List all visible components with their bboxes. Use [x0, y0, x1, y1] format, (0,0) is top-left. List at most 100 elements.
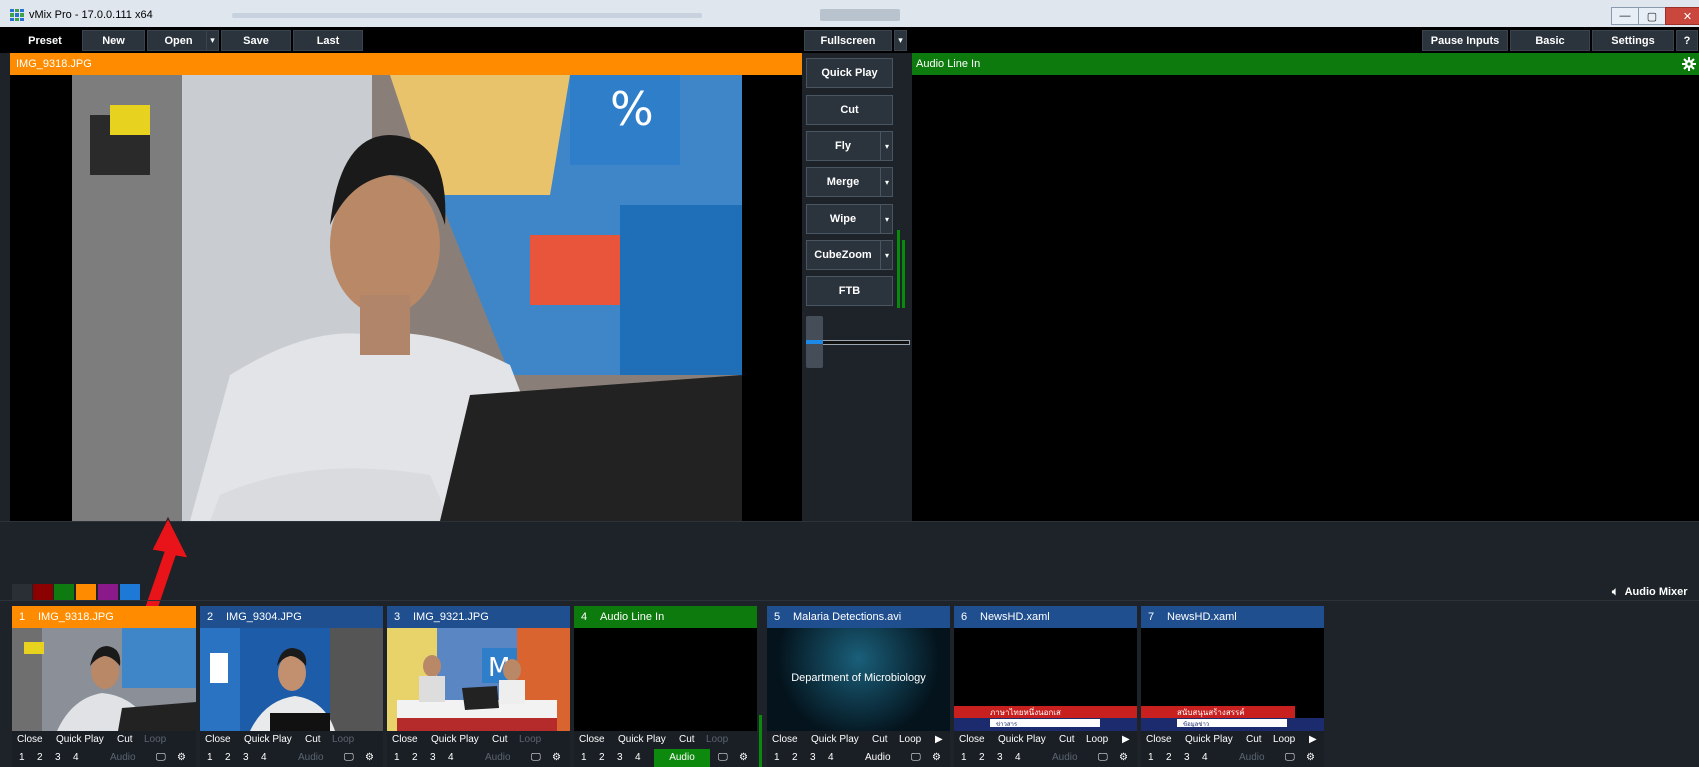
- input-6-overlay-2[interactable]: 2: [979, 752, 985, 763]
- pause-inputs-button[interactable]: Pause Inputs: [1422, 30, 1508, 51]
- save-button[interactable]: Save: [221, 30, 291, 51]
- input-4-monitor-icon[interactable]: 🖵︎: [718, 752, 728, 763]
- input-2-header[interactable]: 2 IMG_9304.JPG: [200, 606, 383, 628]
- help-button[interactable]: ?: [1676, 30, 1698, 51]
- input-7-play-icon[interactable]: ▶: [1309, 734, 1317, 745]
- input-5-audio-button[interactable]: Audio: [865, 752, 891, 763]
- output-monitor[interactable]: [912, 75, 1699, 521]
- minimize-button[interactable]: —: [1611, 7, 1639, 25]
- input-6-play-icon[interactable]: ▶: [1122, 734, 1130, 745]
- output-gear-icon[interactable]: [1682, 57, 1696, 71]
- input-1-overlay-2[interactable]: 2: [37, 752, 43, 763]
- input-3-header[interactable]: 3 IMG_9321.JPG: [387, 606, 570, 628]
- color-swatch-green[interactable]: [54, 584, 74, 600]
- input-4-quick-play-button[interactable]: Quick Play: [618, 734, 666, 745]
- input-1-monitor-icon[interactable]: 🖵︎: [156, 752, 166, 763]
- input-6-loop-button[interactable]: Loop: [1086, 734, 1108, 745]
- input-4-header[interactable]: 4 Audio Line In: [574, 606, 757, 628]
- input-7-header[interactable]: 7 NewsHD.xaml: [1141, 606, 1324, 628]
- input-5-quick-play-button[interactable]: Quick Play: [811, 734, 859, 745]
- new-button[interactable]: New: [82, 30, 145, 51]
- input-1-quick-play-button[interactable]: Quick Play: [56, 734, 104, 745]
- input-4-overlay-4[interactable]: 4: [635, 752, 641, 763]
- input-2-thumbnail[interactable]: [200, 628, 383, 731]
- input-3-loop-button[interactable]: Loop: [519, 734, 541, 745]
- input-6-overlay-1[interactable]: 1: [961, 752, 967, 763]
- open-dropdown-button[interactable]: ▾: [206, 30, 219, 51]
- open-button[interactable]: Open: [147, 30, 210, 51]
- input-3-monitor-icon[interactable]: 🖵︎: [531, 752, 541, 763]
- input-2-audio-button[interactable]: Audio: [298, 752, 324, 763]
- last-button[interactable]: Last: [293, 30, 363, 51]
- input-4-loop-button[interactable]: Loop: [706, 734, 728, 745]
- color-swatch-none[interactable]: [12, 584, 32, 600]
- maximize-button[interactable]: ▢: [1638, 7, 1666, 25]
- input-1-thumbnail[interactable]: [12, 628, 196, 731]
- input-3-overlay-2[interactable]: 2: [412, 752, 418, 763]
- cut-transition-button[interactable]: Cut: [806, 95, 893, 125]
- input-7-audio-button[interactable]: Audio: [1239, 752, 1265, 763]
- input-5-close-button[interactable]: Close: [772, 734, 798, 745]
- input-7-quick-play-button[interactable]: Quick Play: [1185, 734, 1233, 745]
- basic-button[interactable]: Basic: [1510, 30, 1590, 51]
- input-5-overlay-3[interactable]: 3: [810, 752, 816, 763]
- fullscreen-dropdown-button[interactable]: ▾: [894, 30, 907, 51]
- input-1-overlay-3[interactable]: 3: [55, 752, 61, 763]
- input-6-close-button[interactable]: Close: [959, 734, 985, 745]
- input-7-close-button[interactable]: Close: [1146, 734, 1172, 745]
- input-2-overlay-3[interactable]: 3: [243, 752, 249, 763]
- input-7-overlay-1[interactable]: 1: [1148, 752, 1154, 763]
- input-7-gear-icon[interactable]: ⚙︎: [1306, 752, 1315, 763]
- input-2-quick-play-button[interactable]: Quick Play: [244, 734, 292, 745]
- preset-button[interactable]: Preset: [10, 30, 80, 51]
- input-6-thumbnail[interactable]: ภาษาไทยหนึ่งนอกเส ข่าวสาร: [954, 628, 1137, 731]
- input-7-loop-button[interactable]: Loop: [1273, 734, 1295, 745]
- input-7-thumbnail[interactable]: สนับสนุนสร้างสรรค์ ข้อมูลข่าว: [1141, 628, 1324, 731]
- input-7-monitor-icon[interactable]: 🖵︎: [1285, 752, 1295, 763]
- input-5-loop-button[interactable]: Loop: [899, 734, 921, 745]
- quick-play-transition-button[interactable]: Quick Play: [806, 58, 893, 88]
- audio-mixer-toggle[interactable]: 🔈︎ Audio Mixer: [1612, 586, 1688, 599]
- input-3-gear-icon[interactable]: ⚙︎: [552, 752, 561, 763]
- fly-dropdown-button[interactable]: ▾: [880, 131, 893, 161]
- color-swatch-red[interactable]: [33, 584, 53, 600]
- input-1-overlay-1[interactable]: 1: [19, 752, 25, 763]
- input-1-overlay-4[interactable]: 4: [73, 752, 79, 763]
- input-6-monitor-icon[interactable]: 🖵︎: [1098, 752, 1108, 763]
- input-2-close-button[interactable]: Close: [205, 734, 231, 745]
- input-4-gear-icon[interactable]: ⚙︎: [739, 752, 748, 763]
- ftb-button[interactable]: FTB: [806, 276, 893, 306]
- input-4-audio-button[interactable]: Audio: [654, 749, 710, 767]
- input-3-quick-play-button[interactable]: Quick Play: [431, 734, 479, 745]
- input-5-monitor-icon[interactable]: 🖵︎: [911, 752, 921, 763]
- input-3-overlay-3[interactable]: 3: [430, 752, 436, 763]
- input-3-cut-button[interactable]: Cut: [492, 734, 508, 745]
- input-6-audio-button[interactable]: Audio: [1052, 752, 1078, 763]
- input-1-close-button[interactable]: Close: [17, 734, 43, 745]
- input-2-monitor-icon[interactable]: 🖵︎: [344, 752, 354, 763]
- input-3-close-button[interactable]: Close: [392, 734, 418, 745]
- input-6-header[interactable]: 6 NewsHD.xaml: [954, 606, 1137, 628]
- merge-dropdown-button[interactable]: ▾: [880, 167, 893, 197]
- input-2-loop-button[interactable]: Loop: [332, 734, 354, 745]
- input-5-thumbnail[interactable]: Department of Microbiology: [767, 628, 950, 731]
- input-3-overlay-4[interactable]: 4: [448, 752, 454, 763]
- input-3-thumbnail[interactable]: M: [387, 628, 570, 731]
- settings-button[interactable]: Settings: [1592, 30, 1674, 51]
- wipe-dropdown-button[interactable]: ▾: [880, 204, 893, 234]
- input-4-close-button[interactable]: Close: [579, 734, 605, 745]
- input-4-overlay-1[interactable]: 1: [581, 752, 587, 763]
- input-2-overlay-2[interactable]: 2: [225, 752, 231, 763]
- input-7-overlay-4[interactable]: 4: [1202, 752, 1208, 763]
- input-6-gear-icon[interactable]: ⚙︎: [1119, 752, 1128, 763]
- input-3-audio-button[interactable]: Audio: [485, 752, 511, 763]
- input-5-overlay-4[interactable]: 4: [828, 752, 834, 763]
- color-swatch-orange[interactable]: [76, 584, 96, 600]
- input-1-gear-icon[interactable]: ⚙︎: [177, 752, 186, 763]
- input-5-overlay-1[interactable]: 1: [774, 752, 780, 763]
- input-1-header[interactable]: 1 IMG_9318.JPG: [12, 606, 196, 628]
- fullscreen-button[interactable]: Fullscreen: [804, 30, 892, 51]
- input-4-overlay-3[interactable]: 3: [617, 752, 623, 763]
- input-6-overlay-3[interactable]: 3: [997, 752, 1003, 763]
- input-5-gear-icon[interactable]: ⚙︎: [932, 752, 941, 763]
